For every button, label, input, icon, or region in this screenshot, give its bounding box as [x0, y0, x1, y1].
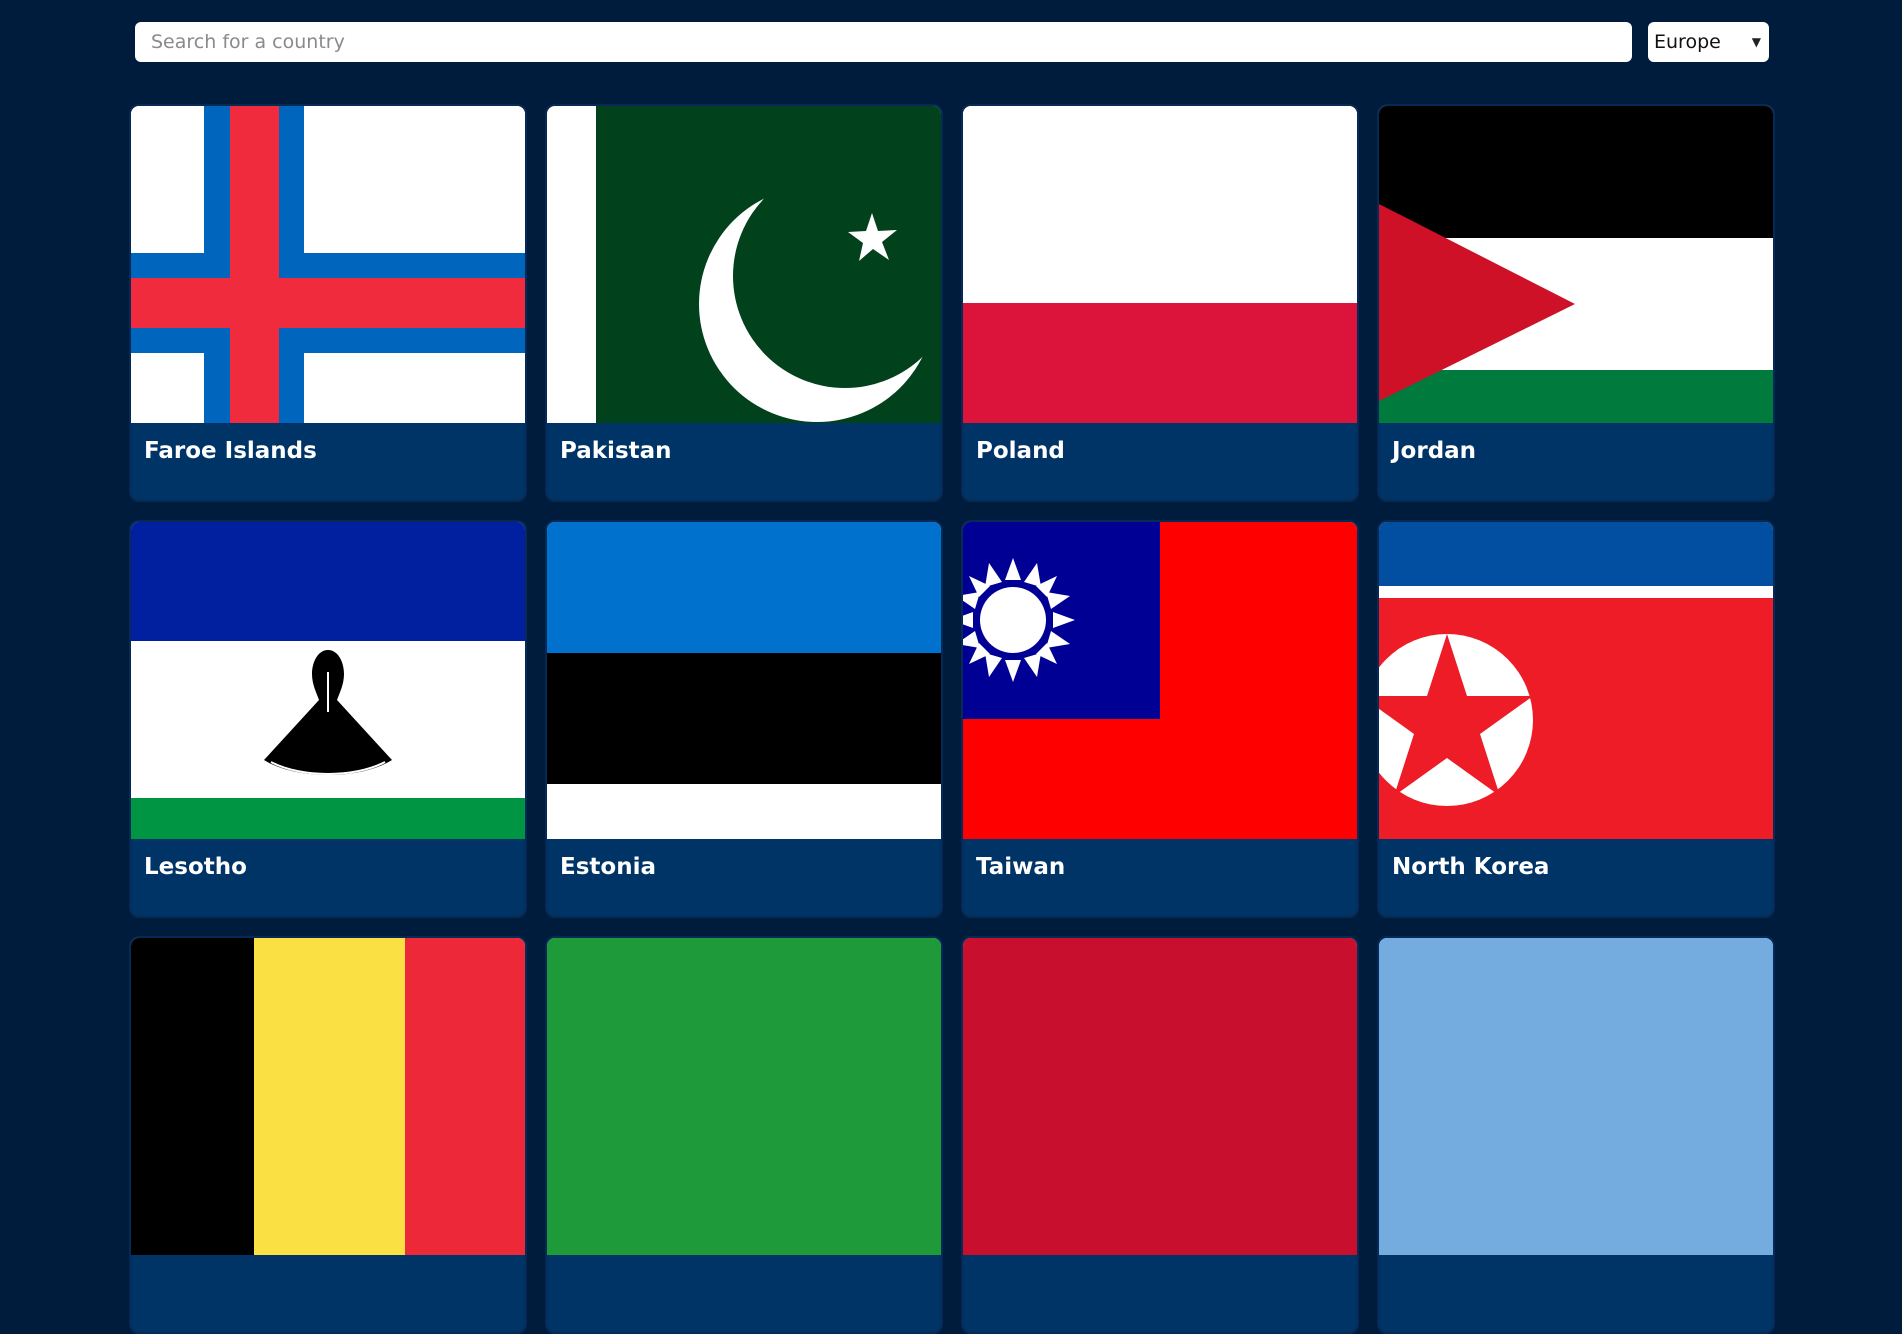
- country-name: Faroe Islands: [144, 438, 317, 464]
- red-flag: [963, 938, 1357, 1255]
- country-card[interactable]: Taiwan: [961, 520, 1359, 918]
- country-name: Poland: [976, 438, 1065, 464]
- country-name: Pakistan: [560, 438, 672, 464]
- pakistan-flag: [547, 106, 941, 423]
- taiwan-flag: [963, 522, 1357, 839]
- country-name: Jordan: [1392, 438, 1477, 464]
- lesotho-flag: [131, 522, 525, 839]
- country-card[interactable]: [545, 936, 943, 1334]
- north-korea-flag: [1379, 522, 1773, 839]
- country-card[interactable]: [1377, 936, 1775, 1334]
- green-flag: [547, 938, 941, 1255]
- country-card[interactable]: [961, 936, 1359, 1334]
- region-select-value: Europe: [1654, 31, 1721, 53]
- chevron-down-icon: ▼: [1751, 35, 1761, 49]
- country-name: Taiwan: [976, 854, 1066, 880]
- country-card[interactable]: North Korea: [1377, 520, 1775, 918]
- country-card[interactable]: Faroe Islands: [129, 104, 527, 502]
- faroe-islands-flag: [131, 106, 525, 423]
- country-card[interactable]: Jordan: [1377, 104, 1775, 502]
- region-select[interactable]: Europe ▼: [1648, 22, 1769, 62]
- country-name: Estonia: [560, 854, 656, 880]
- light-blue-flag: [1379, 938, 1773, 1255]
- search-input[interactable]: [135, 22, 1632, 62]
- country-card[interactable]: Estonia: [545, 520, 943, 918]
- belgium-flag: [131, 938, 525, 1255]
- jordan-flag: [1379, 106, 1773, 423]
- country-name: North Korea: [1392, 854, 1550, 880]
- country-card[interactable]: [129, 936, 527, 1334]
- poland-flag: [963, 106, 1357, 423]
- country-card[interactable]: Lesotho: [129, 520, 527, 918]
- toolbar: Europe ▼: [135, 22, 1769, 62]
- country-card[interactable]: Poland: [961, 104, 1359, 502]
- estonia-flag: [547, 522, 941, 839]
- country-card[interactable]: Pakistan: [545, 104, 943, 502]
- country-name: Lesotho: [144, 854, 247, 880]
